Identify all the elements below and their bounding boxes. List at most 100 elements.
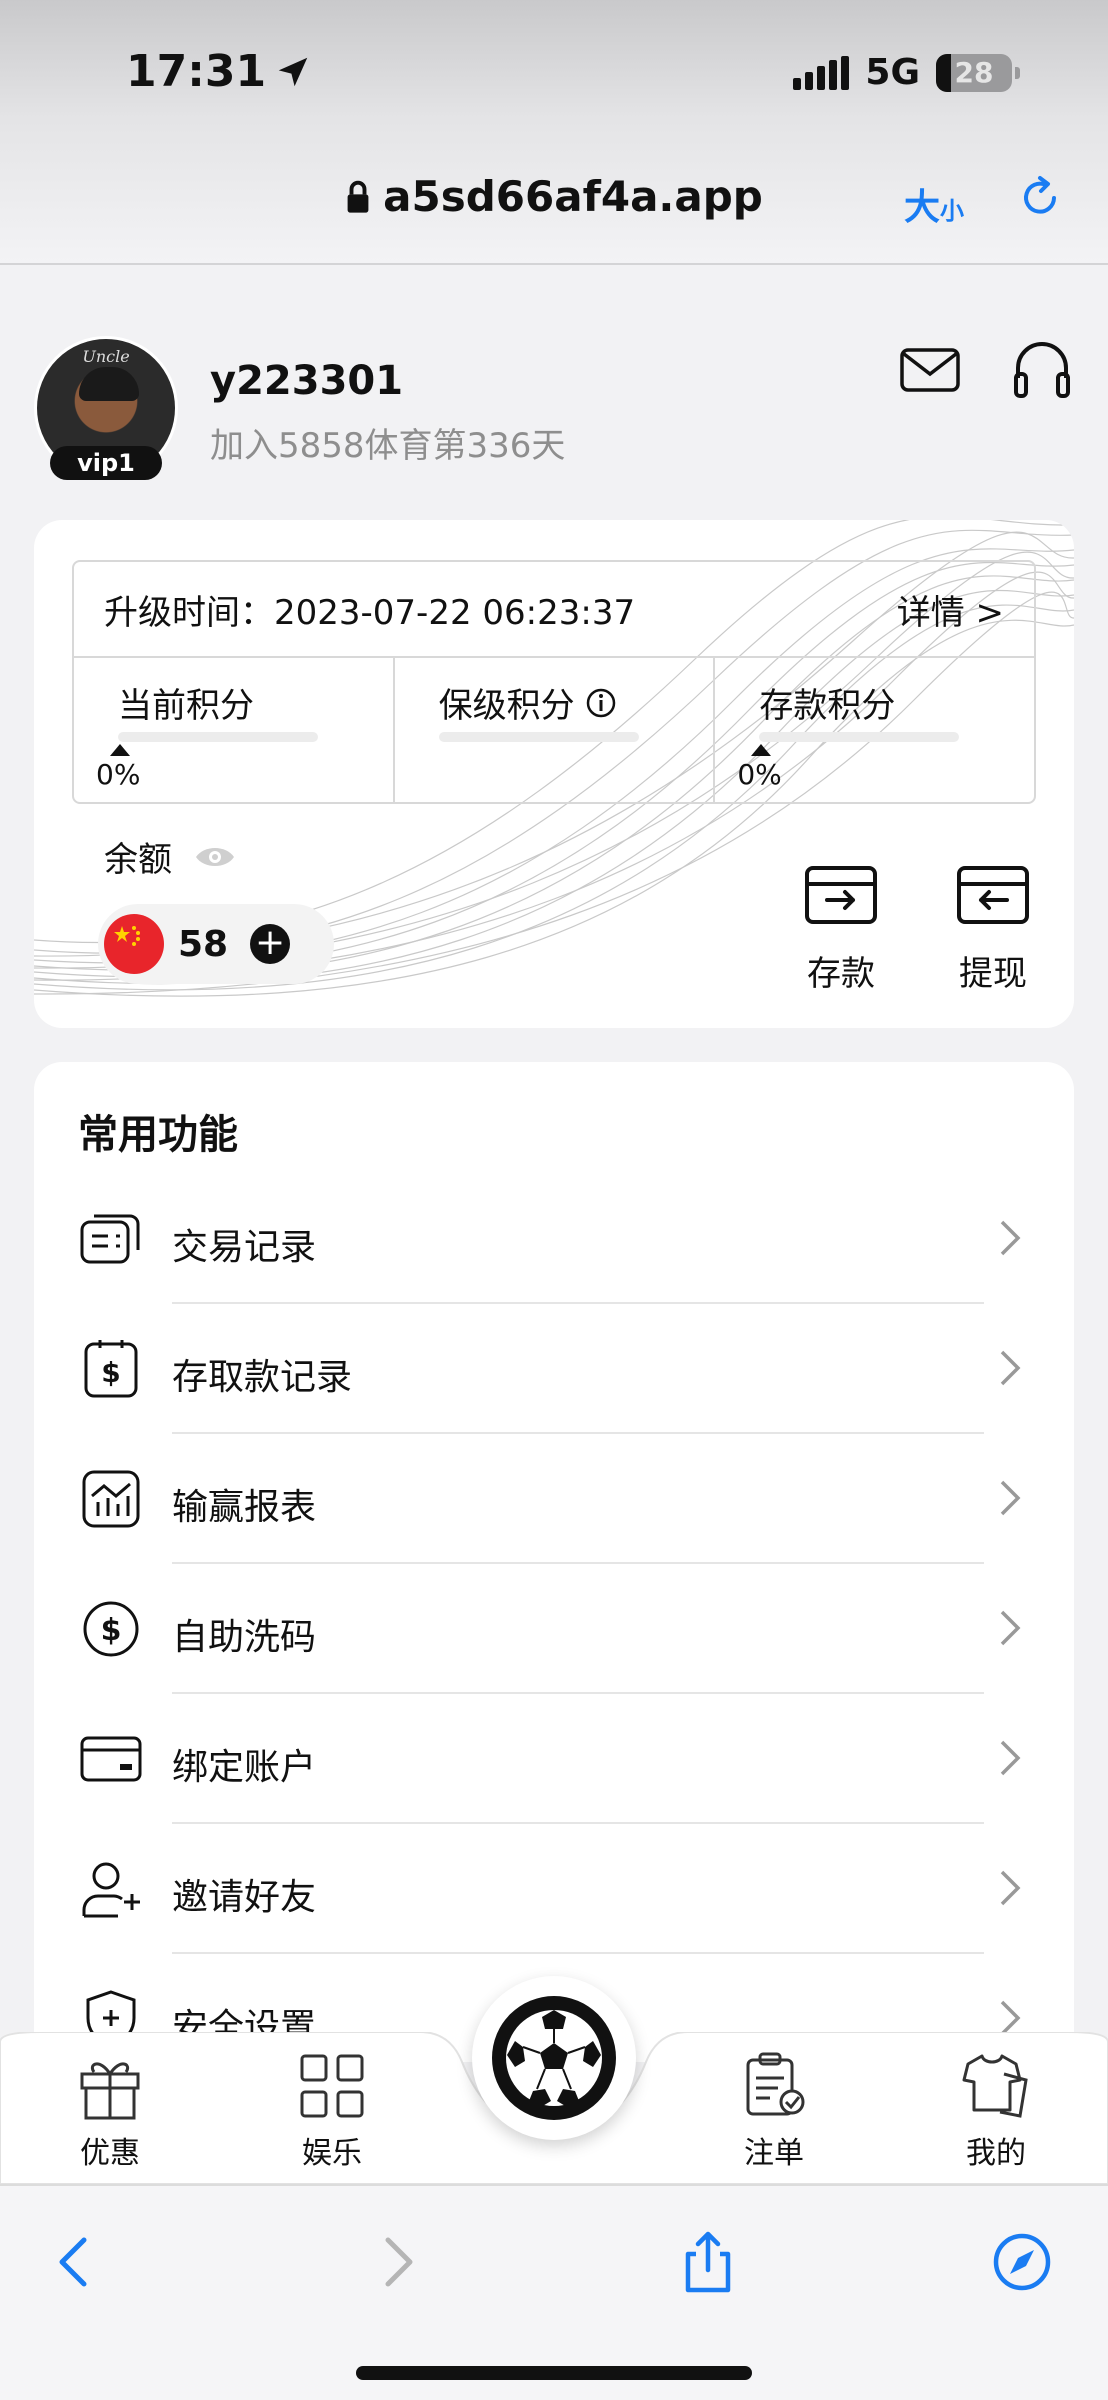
forward-icon[interactable]: [364, 2230, 428, 2294]
balance-label: 余额: [104, 840, 172, 880]
deposit-points-label: 存款积分: [759, 686, 896, 726]
home-indicator: [356, 2366, 752, 2380]
tab-entertainment[interactable]: 娱乐: [272, 2050, 392, 2172]
deposit-label: 存款: [807, 954, 875, 994]
progress-percent: 0%: [737, 758, 782, 791]
progress-track: [438, 732, 639, 742]
menu-item-label: 绑定账户: [172, 1747, 317, 1788]
menu-item-transactions[interactable]: 交易记录: [34, 1174, 1074, 1304]
section-title: 常用功能: [78, 1112, 238, 1158]
tab-bets[interactable]: 注单: [714, 2050, 834, 2172]
add-user-icon: [82, 1862, 140, 1918]
avatar-logo-text: Uncle: [82, 347, 130, 366]
soccer-ball-icon: [492, 1996, 616, 2120]
deposit-wallet-icon: [805, 866, 877, 924]
status-time: 17:31: [126, 46, 312, 97]
mail-icon[interactable]: [898, 338, 962, 402]
menu-item-bind-account[interactable]: 绑定账户: [34, 1694, 1074, 1824]
signal-icon: [793, 55, 850, 90]
balance-value: 58: [178, 923, 229, 965]
progress-marker: [110, 744, 130, 756]
withdraw-label: 提现: [959, 954, 1027, 994]
status-time-text: 17:31: [126, 46, 267, 97]
avatar[interactable]: Uncle vip1: [34, 336, 178, 480]
keep-level-points-label: 保级积分: [438, 686, 575, 726]
keep-level-points-title: 保级积分: [439, 678, 617, 727]
text-size-big: 大: [904, 187, 941, 228]
tab-promotions[interactable]: 优惠: [50, 2050, 170, 2172]
vip-badge: vip1: [50, 446, 162, 480]
menu-item-label: 自助洗码: [172, 1617, 317, 1658]
menu-item-self-rebate[interactable]: $ 自助洗码: [34, 1564, 1074, 1694]
progress-marker: [751, 744, 772, 756]
tab-label: 娱乐: [302, 2136, 362, 2171]
vip-card: 升级时间：2023-07-22 06:23:37 详情 > 当前积分 0% 保级…: [34, 520, 1074, 1028]
chevron-right-icon: [1000, 1350, 1021, 1386]
reload-icon[interactable]: [1016, 174, 1064, 222]
menu-item-deposit-withdraw-records[interactable]: $ 存取款记录: [34, 1304, 1074, 1434]
progress-track: [759, 732, 960, 742]
progress-percent: 0%: [96, 758, 141, 791]
progress-track: [118, 732, 318, 742]
text-size-button[interactable]: 大小: [904, 178, 964, 230]
location-arrow-icon: [278, 57, 308, 86]
share-icon[interactable]: [676, 2230, 740, 2294]
menu-item-win-loss-report[interactable]: 输赢报表: [34, 1434, 1074, 1564]
keep-level-points-column: 保级积分: [395, 658, 716, 804]
battery-level: 28: [954, 56, 994, 89]
current-points-column: 当前积分 0%: [74, 658, 395, 804]
network-type: 5G: [865, 52, 920, 93]
username: y223301: [210, 358, 404, 404]
vip-level-box: 升级时间：2023-07-22 06:23:37 详情 > 当前积分 0% 保级…: [72, 560, 1036, 804]
tab-mine[interactable]: 我的: [936, 2050, 1056, 2172]
jersey-icon: [962, 2054, 1028, 2118]
china-flag-icon: [104, 914, 164, 974]
info-icon[interactable]: [585, 687, 617, 719]
withdraw-wallet-icon: [957, 866, 1029, 924]
details-link[interactable]: 详情 >: [897, 585, 1004, 634]
current-points-label: 当前积分: [118, 686, 254, 726]
menu-item-label: 存取款记录: [172, 1357, 353, 1398]
text-size-small: 小: [940, 197, 965, 225]
lock-icon: [347, 180, 369, 213]
svg-text:$: $: [101, 1613, 122, 1648]
balance-pill: 58 +: [98, 904, 334, 984]
balance-label-row: 余额: [104, 832, 236, 881]
chart-icon: [82, 1470, 140, 1528]
chevron-right-icon: [1000, 1740, 1021, 1776]
chevron-right-icon: [1000, 1220, 1021, 1256]
chevron-right-icon: [1000, 1480, 1021, 1516]
menu-item-label: 输赢报表: [172, 1487, 317, 1528]
menu-item-label: 邀请好友: [172, 1877, 317, 1918]
withdraw-button[interactable]: 提现: [938, 862, 1048, 995]
deposit-points-column: 存款积分 0%: [715, 658, 1034, 804]
add-balance-button[interactable]: +: [250, 924, 291, 964]
menu-item-label: 交易记录: [172, 1227, 317, 1268]
battery-icon: 28: [936, 53, 1020, 92]
compass-icon[interactable]: [990, 2230, 1054, 2294]
tab-label: 我的: [966, 2136, 1026, 2171]
upgrade-time: 升级时间：2023-07-22 06:23:37: [104, 592, 636, 633]
svg-text:$: $: [101, 1356, 120, 1389]
chevron-right-icon: [1000, 1870, 1021, 1906]
back-icon[interactable]: [44, 2230, 108, 2294]
soccer-ball-button[interactable]: [472, 1976, 636, 2140]
status-indicators: 5G 28: [793, 52, 1020, 93]
tab-label: 优惠: [80, 2136, 140, 2171]
menu-item-invite-friends[interactable]: 邀请好友: [34, 1824, 1074, 1954]
join-days: 加入5858体育第336天: [210, 426, 566, 466]
transactions-icon: [80, 1214, 140, 1264]
tab-label: 注单: [744, 2136, 804, 2171]
chevron-right-icon: [1000, 1610, 1021, 1646]
dollar-coin-icon: $: [83, 1601, 139, 1657]
gift-icon: [80, 2062, 140, 2120]
upgrade-row: 升级时间：2023-07-22 06:23:37 详情 >: [74, 562, 1034, 658]
grid-icon: [300, 2054, 364, 2118]
common-functions-card: 常用功能 交易记录 $ 存取款记录 输赢报表 $ 自助洗码 绑定账户 邀请好友: [34, 1062, 1074, 2062]
clipboard-check-icon: [746, 2052, 805, 2116]
eye-icon[interactable]: [194, 842, 236, 872]
dollar-document-icon: $: [84, 1340, 138, 1398]
browser-top-bar: 17:31 5G 28 a5sd66af4a.app 大小: [0, 0, 1108, 265]
deposit-button[interactable]: 存款: [786, 862, 896, 995]
headset-icon[interactable]: [1010, 338, 1074, 402]
